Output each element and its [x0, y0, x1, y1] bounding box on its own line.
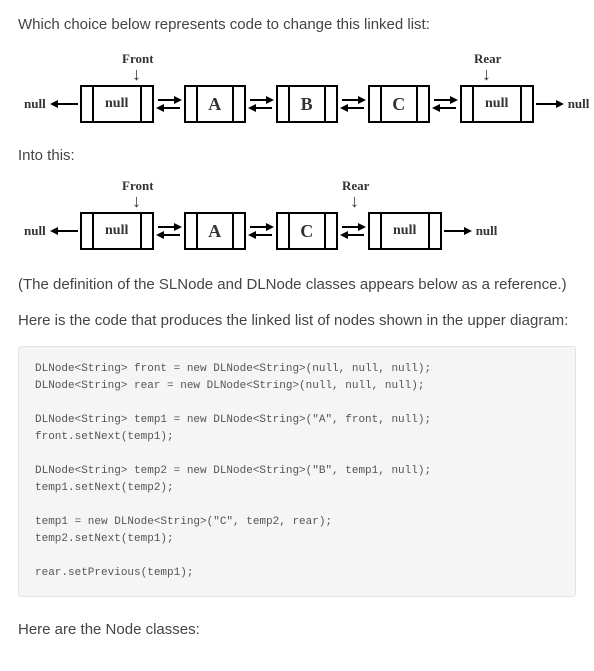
node-value: A [198, 214, 234, 248]
arrow-bi-icon [338, 222, 368, 240]
arrow-left-icon [48, 225, 80, 237]
node-value: null [94, 214, 142, 248]
setup-text: Here is the code that produces the linke… [18, 310, 576, 332]
arrow-right-icon [442, 225, 474, 237]
question-text: Which choice below represents code to ch… [18, 16, 576, 33]
node-rear: null [460, 85, 534, 123]
arrow-left-icon [48, 98, 80, 110]
node-value: C [290, 214, 326, 248]
down-arrow-icon: ↓ [132, 65, 141, 83]
node-value: C [382, 87, 418, 121]
down-arrow-icon: ↓ [350, 192, 359, 210]
diagram-after: Front ↓ Rear ↓ null null A C [22, 178, 576, 250]
node-c: C [368, 85, 430, 123]
arrow-bi-icon [246, 222, 276, 240]
node-front: null [80, 212, 154, 250]
node-b: B [276, 85, 338, 123]
node-rear: null [368, 212, 442, 250]
reference-note: (The definition of the SLNode and DLNode… [18, 274, 576, 296]
null-left: null [22, 96, 48, 112]
arrow-right-icon [534, 98, 566, 110]
arrow-bi-icon [154, 222, 184, 240]
null-right: null [474, 223, 500, 239]
node-c: C [276, 212, 338, 250]
node-classes-heading: Here are the Node classes: [18, 619, 576, 641]
node-a: A [184, 212, 246, 250]
diagram-before: Front ↓ Rear ↓ null null A B [22, 51, 576, 123]
code-block: DLNode<String> front = new DLNode<String… [18, 346, 576, 598]
into-this-label: Into this: [18, 147, 576, 164]
arrow-bi-icon [338, 95, 368, 113]
arrow-bi-icon [246, 95, 276, 113]
null-left: null [22, 223, 48, 239]
arrow-bi-icon [430, 95, 460, 113]
arrow-bi-icon [154, 95, 184, 113]
node-a: A [184, 85, 246, 123]
node-value: null [474, 87, 522, 121]
down-arrow-icon: ↓ [132, 192, 141, 210]
node-value: A [198, 87, 234, 121]
down-arrow-icon: ↓ [482, 65, 491, 83]
node-value: B [290, 87, 326, 121]
null-right: null [566, 96, 592, 112]
node-value: null [94, 87, 142, 121]
node-value: null [382, 214, 430, 248]
node-front: null [80, 85, 154, 123]
